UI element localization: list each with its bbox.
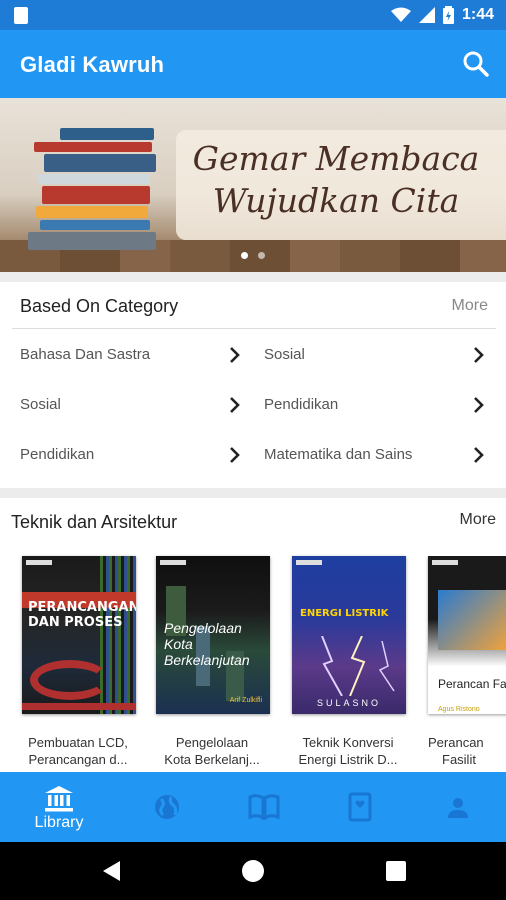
system-navigation-bar (0, 842, 506, 900)
nav-library[interactable]: Library (11, 772, 107, 842)
recents-icon[interactable] (385, 860, 407, 882)
book-title: Pengelolaan Kota Berkelanj... (164, 735, 260, 767)
cover-title: Pengelolaan Kota Berkelanjutan (164, 620, 250, 668)
banner-quote: Gemar Membaca Wujudkan Cita (192, 139, 480, 220)
chevron-right-icon (474, 347, 484, 363)
category-section-title: Based On Category (20, 296, 179, 316)
cover-title: ENERGI LISTRIK (300, 608, 389, 619)
chevron-right-icon (230, 347, 240, 363)
library-icon (45, 786, 73, 812)
banner-pager (0, 252, 506, 260)
notification-icon (14, 7, 28, 24)
category-item[interactable]: Pendidikan (20, 440, 242, 470)
category-card: Based On Category More Bahasa Dan Sastra… (0, 282, 506, 488)
favorite-book-icon (348, 792, 372, 822)
book-cover: ENERGI LISTRIK SULASNO (292, 556, 406, 714)
category-more-link[interactable]: More (452, 297, 488, 315)
chevron-right-icon (474, 397, 484, 413)
cover-author: Agus Ristono (438, 706, 480, 713)
category-label: Matematika dan Sains (264, 446, 413, 463)
nav-profile[interactable] (410, 772, 506, 842)
category-item[interactable]: Sosial (264, 340, 486, 370)
pager-dot-active[interactable] (241, 252, 248, 259)
battery-icon (442, 6, 454, 24)
open-book-icon (248, 794, 280, 820)
lightning-graphic (321, 636, 395, 696)
pager-dot[interactable] (258, 252, 265, 259)
book-cover: Pengelolaan Kota Berkelanjutan Arif Zulk… (156, 556, 270, 714)
book-title: Perancan Fasilit (428, 735, 484, 767)
status-time: 1:44 (461, 6, 494, 23)
bottom-navigation: Library (0, 772, 506, 842)
signal-icon (418, 7, 435, 23)
cover-author: Arif Zulkifli (229, 697, 262, 704)
search-icon (463, 51, 489, 77)
category-label: Pendidikan (264, 396, 339, 413)
search-button[interactable] (460, 48, 492, 80)
book-cover: Perancan Fasili Agus Ristono (428, 556, 506, 714)
back-icon[interactable] (100, 859, 122, 883)
chevron-right-icon (230, 397, 240, 413)
category-item[interactable]: Bahasa Dan Sastra (20, 340, 242, 370)
nav-reading[interactable] (216, 772, 312, 842)
home-icon[interactable] (241, 859, 265, 883)
app-bar: Gladi Kawruh (0, 30, 506, 98)
category-item[interactable]: Sosial (20, 390, 242, 420)
promo-banner[interactable]: Gemar Membaca Wujudkan Cita (0, 98, 506, 272)
globe-icon (155, 795, 179, 819)
cover-author: SULASNO (316, 698, 381, 708)
status-bar: 1:44 (0, 0, 506, 30)
books-card: Teknik dan Arsitektur More PERANCANGAN D… (0, 498, 506, 772)
cover-title: PERANCANGAN DAN PROSES (28, 600, 136, 630)
category-label: Pendidikan (20, 446, 95, 463)
nav-explore[interactable] (119, 772, 215, 842)
book-item[interactable]: Perancan Fasili Agus Ristono Perancan Fa… (418, 556, 506, 776)
nav-favorites[interactable] (312, 772, 408, 842)
cover-title: Perancan Fasili (438, 677, 506, 691)
category-item[interactable]: Matematika dan Sains (264, 440, 486, 470)
books-more-link[interactable]: More (460, 511, 496, 529)
wifi-icon (390, 7, 411, 22)
book-title: Teknik Konversi Energi Listrik D... (298, 735, 398, 767)
chevron-right-icon (474, 447, 484, 463)
book-cover: PERANCANGAN DAN PROSES (22, 556, 136, 714)
category-label: Bahasa Dan Sastra (20, 346, 151, 363)
app-title: Gladi Kawruh (20, 52, 165, 77)
nav-library-label: Library (34, 814, 84, 831)
person-icon (448, 798, 468, 818)
category-label: Sosial (20, 396, 61, 413)
category-item[interactable]: Pendidikan (264, 390, 486, 420)
book-title: Pembuatan LCD, Perancangan d... (28, 735, 128, 767)
category-label: Sosial (264, 346, 305, 363)
chevron-right-icon (230, 447, 240, 463)
books-section-title: Teknik dan Arsitektur (11, 512, 178, 532)
category-divider (12, 328, 496, 329)
